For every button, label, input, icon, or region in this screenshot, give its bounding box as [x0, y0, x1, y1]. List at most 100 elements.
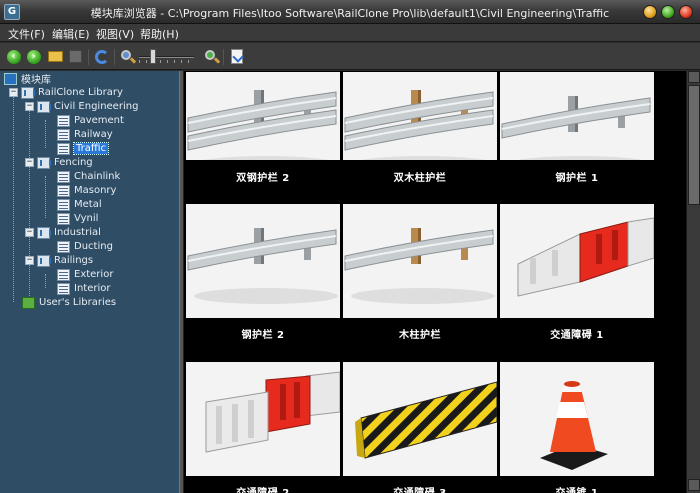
scroll-down-arrow[interactable] [688, 479, 700, 491]
toolbar: ‹ › [0, 43, 700, 70]
folder-library-icon [37, 156, 51, 169]
back-button[interactable]: ‹ [5, 48, 22, 65]
zoom-in-button[interactable] [203, 48, 220, 65]
menu-file[interactable]: 文件(F) [8, 26, 45, 42]
refresh-icon [94, 49, 109, 64]
tree-item-label: Industrial [54, 227, 101, 238]
category-icon [57, 268, 70, 281]
library-item-caption: 木柱护栏 [399, 330, 441, 341]
menu-bar: 文件(F) 编辑(E) 视图(V) 帮助(H) [0, 24, 700, 42]
tree-item-pavement[interactable]: Pavement [57, 114, 124, 127]
tree-item-industrial[interactable]: − Industrial [25, 226, 101, 239]
tree-item-interior[interactable]: Interior [57, 282, 110, 295]
tree-railclone-library[interactable]: − RailClone Library [9, 86, 123, 99]
guardrail-metal-2-preview [186, 204, 340, 318]
double-guardrail-wood-preview [343, 72, 497, 160]
tree-item-label: Pavement [74, 115, 124, 126]
barrier-plastic-preview [500, 204, 654, 318]
library-item-thumbnail[interactable] [500, 204, 654, 318]
collapse-toggle[interactable]: − [9, 88, 18, 97]
tree-item-label: Chainlink [74, 171, 121, 182]
library-item-caption: 交通障碍 3 [343, 484, 497, 493]
tree-item-label: Vynil [74, 213, 99, 224]
category-icon [57, 114, 70, 127]
close-button[interactable] [679, 5, 693, 19]
library-item-thumbnail[interactable] [186, 362, 340, 476]
vertical-scrollbar[interactable] [686, 71, 700, 493]
tree-item-ducting[interactable]: Ducting [57, 240, 113, 253]
tree-library-label: RailClone Library [38, 87, 123, 98]
tree-item-label: Interior [74, 283, 111, 294]
category-icon [57, 184, 70, 197]
thumbnail-grid: 双钢护栏 2 双木柱护栏 钢护栏 1 钢护栏 2 木柱护栏 交通障碍 1 交通障碍 2交通障… [184, 71, 686, 493]
scroll-up-arrow[interactable] [688, 71, 700, 83]
library-item-caption: 交通障碍 1 [550, 330, 604, 341]
tree-item-railway[interactable]: Railway [57, 128, 113, 141]
library-item-caption: 钢护栏 1 [555, 173, 599, 184]
open-folder-icon [48, 51, 63, 62]
toolbar-separator [88, 49, 89, 65]
traffic-cone-preview [500, 362, 654, 476]
collapse-toggle[interactable]: − [25, 102, 34, 111]
tree-connector [45, 274, 46, 288]
tree-user-libraries[interactable]: User's Libraries [22, 296, 116, 309]
tree-root-label: 模块库 [21, 75, 51, 86]
guardrail-metal-preview [500, 72, 654, 160]
library-item-caption: 交通锥 1 [500, 484, 654, 493]
tree-item-fencing[interactable]: − Fencing [25, 156, 93, 169]
tree-item-vynil[interactable]: Vynil [57, 212, 98, 225]
category-icon [57, 170, 70, 183]
tree-item-railings[interactable]: − Railings [25, 254, 93, 267]
properties-button[interactable] [228, 48, 245, 65]
category-icon [57, 128, 70, 141]
forward-button[interactable]: › [25, 48, 42, 65]
save-icon [69, 50, 82, 63]
category-icon [57, 240, 70, 253]
open-button[interactable] [47, 48, 64, 65]
tree-item-metal[interactable]: Metal [57, 198, 102, 211]
tree-item-masonry[interactable]: Masonry [57, 184, 116, 197]
tree-item-exterior[interactable]: Exterior [57, 268, 113, 281]
tree-item-label: Civil Engineering [54, 101, 139, 112]
tree-item-label: Ducting [74, 241, 113, 252]
tree-item-civil-engineering[interactable]: − Civil Engineering [25, 100, 138, 113]
zoom-out-button[interactable] [119, 48, 136, 65]
tree-item-traffic[interactable]: Traffic [57, 142, 110, 155]
zoom-out-icon [120, 49, 136, 64]
toolbar-separator [114, 49, 115, 65]
tree-item-chainlink[interactable]: Chainlink [57, 170, 120, 183]
refresh-button[interactable] [93, 48, 110, 65]
maximize-button[interactable] [661, 5, 675, 19]
forward-arrow-icon: › [26, 49, 41, 64]
library-item-caption: 双钢护栏 2 [236, 173, 290, 184]
zoom-slider-thumb[interactable] [150, 49, 156, 64]
library-root-icon [4, 72, 17, 85]
library-item-thumbnail[interactable] [343, 204, 497, 318]
menu-help[interactable]: 帮助(H) [140, 26, 179, 42]
library-item-caption: 双木柱护栏 [393, 173, 447, 184]
tree-root[interactable]: 模块库 [4, 72, 51, 86]
library-item-thumbnail[interactable] [500, 72, 654, 160]
zoom-slider-ticks [139, 60, 194, 63]
toolbar-separator [223, 49, 224, 65]
library-item-thumbnail[interactable] [500, 362, 654, 476]
zoom-slider[interactable] [139, 56, 194, 58]
folder-library-icon [37, 254, 51, 267]
minimize-button[interactable] [643, 5, 657, 19]
library-item-caption: 交通障碍 2 [186, 484, 340, 493]
properties-icon [230, 49, 243, 64]
library-tree: 模块库 − RailClone Library − Civil Engineeri… [0, 71, 179, 493]
library-item-thumbnail[interactable] [343, 362, 497, 476]
menu-edit[interactable]: 编辑(E) [52, 26, 90, 42]
library-item-thumbnail[interactable] [186, 72, 340, 160]
library-item-thumbnail[interactable] [186, 204, 340, 318]
tree-connector [45, 120, 46, 148]
library-item-thumbnail[interactable] [343, 72, 497, 160]
save-button[interactable] [67, 48, 84, 65]
collapse-toggle[interactable]: − [25, 158, 34, 167]
scroll-thumb[interactable] [688, 85, 700, 205]
collapse-toggle[interactable]: − [25, 256, 34, 265]
collapse-toggle[interactable]: − [25, 228, 34, 237]
menu-view[interactable]: 视图(V) [96, 26, 134, 42]
tree-item-label: Metal [74, 199, 102, 210]
